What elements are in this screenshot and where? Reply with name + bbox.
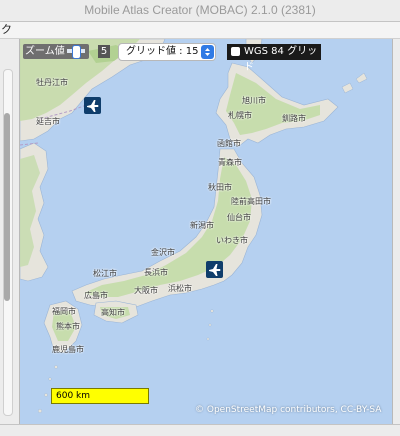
ryukyu-island — [38, 409, 43, 414]
menubar: ク — [0, 22, 400, 39]
kuril-island — [355, 72, 368, 84]
scale-label: 600 km — [56, 391, 91, 401]
ryukyu-island — [44, 393, 48, 397]
zoom-slider-track[interactable] — [66, 45, 85, 59]
city-label-kochi: 高知市 — [101, 308, 125, 317]
map-scale-bar: 600 km — [51, 388, 149, 404]
izu-island — [206, 337, 210, 341]
select-arrows-icon[interactable] — [201, 45, 214, 59]
kuril-island — [341, 82, 354, 94]
city-label-sendai: 仙台市 — [227, 213, 251, 222]
grid-zoom-select-value: グリッド値 : 15 — [126, 46, 199, 57]
city-label-aomori: 青森市 — [218, 158, 242, 167]
city-label-akita: 秋田市 — [208, 183, 232, 192]
city-label-kagoshima: 鹿児島市 — [52, 345, 84, 354]
grid-zoom-select[interactable]: グリッド値 : 15 — [118, 43, 216, 61]
city-label-yanji: 延吉市 — [36, 117, 60, 126]
zoom-value-display: 5 — [98, 45, 110, 58]
window-titlebar: Mobile Atlas Creator (MOBAC) 2.1.0 (2381… — [0, 0, 400, 22]
wgs84-grid-label: WGS 84 グリッド — [244, 46, 318, 73]
city-label-kushiro: 釧路市 — [282, 114, 306, 123]
bottom-panel-edge — [0, 424, 400, 436]
city-label-asahikawa: 旭川市 — [242, 96, 266, 105]
city-label-niigata: 新潟市 — [190, 221, 214, 230]
map-attribution: © OpenStreetMap contributors, CC-BY-SA — [195, 405, 382, 415]
city-label-mudanjiang: 牡丹江市 — [36, 78, 68, 87]
map-view[interactable]: 牡丹江市 延吉市 旭川市 札幌市 釧路市 函館市 青森市 秋田市 陸前高田市 仙… — [20, 39, 392, 424]
izu-island — [208, 323, 212, 327]
city-label-sapporo: 札幌市 — [228, 111, 252, 120]
wgs84-grid-toggle[interactable]: WGS 84 グリッド — [227, 44, 321, 73]
ryukyu-island — [48, 377, 52, 381]
city-label-kumamoto: 熊本市 — [56, 322, 80, 331]
airport-icon[interactable] — [84, 97, 101, 114]
city-label-rikuzentakata: 陸前高田市 — [231, 197, 271, 206]
city-label-iwaki: いわき市 — [216, 236, 248, 245]
city-label-hamamatsu: 浜松市 — [168, 284, 192, 293]
city-label-osaka: 大阪市 — [134, 286, 158, 295]
right-panel-edge — [392, 39, 400, 424]
zoom-slider[interactable]: ズーム値 — [23, 44, 89, 59]
city-label-hakodate: 函館市 — [217, 139, 241, 148]
plane-icon — [87, 100, 99, 112]
map-canvas — [20, 39, 368, 414]
left-scrollbar-thumb[interactable] — [4, 113, 10, 301]
city-label-matsue: 松江市 — [93, 269, 117, 278]
zoom-label: ズーム値 — [25, 46, 65, 57]
city-label-nagahama: 長浜市 — [144, 268, 168, 277]
menu-item-partial[interactable]: ク — [0, 22, 12, 38]
izu-island — [210, 309, 214, 313]
left-panel-edge — [0, 39, 20, 424]
city-label-fukuoka: 福岡市 — [52, 307, 76, 316]
plane-icon — [209, 264, 221, 276]
city-label-hiroshima: 広島市 — [84, 291, 108, 300]
zoom-slider-knob[interactable] — [71, 45, 81, 59]
ryukyu-island — [54, 365, 58, 369]
window-title: Mobile Atlas Creator (MOBAC) 2.1.0 (2381… — [84, 3, 316, 17]
city-label-kanazawa: 金沢市 — [151, 248, 175, 257]
airport-icon[interactable] — [206, 261, 223, 278]
wgs84-grid-checkbox[interactable] — [231, 47, 240, 56]
